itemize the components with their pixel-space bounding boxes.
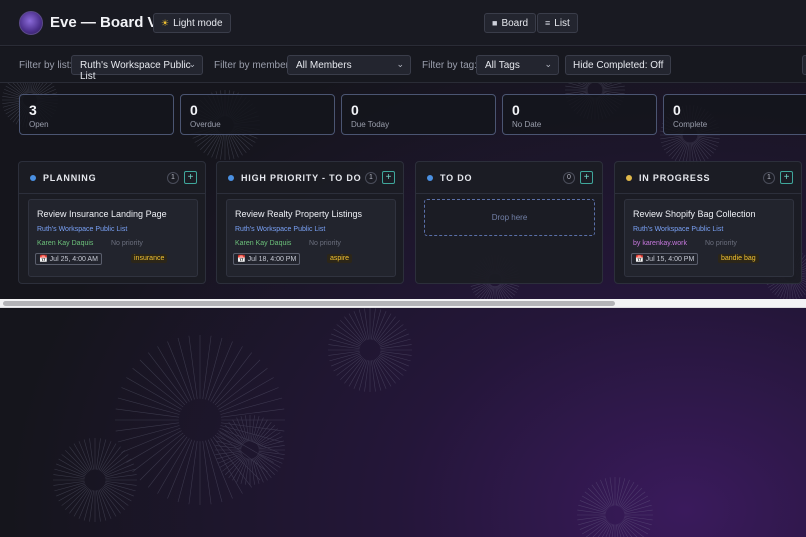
card-date-text: Jul 15, 4:00 PM <box>645 256 695 263</box>
card-date-text: Jul 25, 4:00 AM <box>49 256 98 263</box>
stat-open[interactable]: 3 Open <box>19 94 174 135</box>
card-due-date: 📅 Jul 18, 4:00 PM <box>233 253 301 265</box>
column-header: HIGH PRIORITY - TO DO 1 + <box>217 162 403 194</box>
filter-bar: Filter by list: Ruth's Workspace Public … <box>0 47 806 83</box>
calendar-icon: 📅 <box>237 256 246 263</box>
filter-member-select[interactable]: All Members ⌄ <box>287 55 411 75</box>
card-priority: No priority <box>309 240 341 247</box>
card-member: by karenkay.work <box>633 240 687 247</box>
filter-tag-value: All Tags <box>485 60 520 71</box>
stat-label: No Date <box>512 120 542 129</box>
app-logo <box>19 11 43 35</box>
card-tag: bandie bag <box>718 254 759 263</box>
sun-icon: ☀ <box>161 17 170 28</box>
add-card-button[interactable]: + <box>580 171 593 184</box>
stat-value: 0 <box>512 102 520 118</box>
calendar-icon: 📅 <box>635 256 644 263</box>
card-tag: aspire <box>327 254 353 263</box>
card-member: Karen Kay Daquis <box>235 240 292 247</box>
calendar-icon: 📅 <box>39 256 48 263</box>
column-count-badge: 0 <box>563 172 575 184</box>
stat-value: 0 <box>190 102 198 118</box>
column-header: PLANNING 1 + <box>19 162 205 194</box>
board-icon: ■ <box>492 18 498 28</box>
filter-tag-select[interactable]: All Tags ⌄ <box>476 55 559 75</box>
column-title: PLANNING <box>43 173 97 183</box>
stat-label: Overdue <box>190 120 221 129</box>
card-list-name: Ruth's Workspace Public List <box>235 226 326 233</box>
column-in-progress: IN PROGRESS 1 + Review Shopify Bag Colle… <box>614 161 802 284</box>
card-list-name: Ruth's Workspace Public List <box>633 226 724 233</box>
column-header: TO DO 0 + <box>416 162 602 194</box>
column-title: TO DO <box>440 173 473 183</box>
stat-value: 3 <box>29 102 37 118</box>
app-header: Eve — Board View ☀ Light mode ■ Board ≡ … <box>0 0 806 46</box>
filter-list-label: Filter by list: <box>19 60 73 71</box>
stat-no-date[interactable]: 0 No Date <box>502 94 657 135</box>
stat-overdue[interactable]: 0 Overdue <box>180 94 335 135</box>
column-count-badge: 1 <box>763 172 775 184</box>
stat-value: 0 <box>673 102 681 118</box>
card-tag: insurance <box>131 254 168 263</box>
card-title: Review Insurance Landing Page <box>37 209 167 219</box>
hide-completed-toggle[interactable]: Hide Completed: Off <box>565 55 672 75</box>
add-card-button[interactable]: + <box>382 171 395 184</box>
column-to-do: TO DO 0 + Drop here <box>415 161 603 284</box>
stat-label: Due Today <box>351 120 390 129</box>
list-view-label: List <box>554 17 570 29</box>
filter-list-select[interactable]: Ruth's Workspace Public List ⌄ <box>71 55 203 82</box>
task-card[interactable]: Review Shopify Bag Collection Ruth's Wor… <box>624 199 794 277</box>
chevron-down-icon: ⌄ <box>544 59 552 69</box>
board-view-label: Board <box>501 17 529 29</box>
board-view-button[interactable]: ■ Board <box>484 13 537 33</box>
column-title: IN PROGRESS <box>639 173 711 183</box>
stat-complete[interactable]: 0 Complete <box>663 94 806 135</box>
card-title: Review Realty Property Listings <box>235 209 363 219</box>
column-dot <box>427 175 433 181</box>
add-card-button[interactable]: + <box>184 171 197 184</box>
stat-value: 0 <box>351 102 359 118</box>
stat-label: Open <box>29 120 49 129</box>
task-card[interactable]: Review Realty Property Listings Ruth's W… <box>226 199 396 277</box>
column-planning: PLANNING 1 + Review Insurance Landing Pa… <box>18 161 206 284</box>
card-date-text: Jul 18, 4:00 PM <box>247 256 297 263</box>
card-list-name: Ruth's Workspace Public List <box>37 226 128 233</box>
light-mode-label: Light mode <box>173 17 223 29</box>
card-member: Karen Kay Daquis <box>37 240 94 247</box>
column-header: IN PROGRESS 1 + <box>615 162 801 194</box>
chevron-down-icon: ⌄ <box>396 59 404 69</box>
card-title: Review Shopify Bag Collection <box>633 209 756 219</box>
card-priority: No priority <box>705 240 737 247</box>
filter-tag-label: Filter by tag: <box>422 60 478 71</box>
filter-list-value: Ruth's Workspace Public List <box>80 60 191 82</box>
hide-completed-label: Hide Completed: Off <box>573 59 664 71</box>
filter-member-value: All Members <box>296 60 352 71</box>
card-due-date: 📅 Jul 25, 4:00 AM <box>35 253 102 265</box>
list-icon: ≡ <box>545 18 551 28</box>
column-count-badge: 1 <box>365 172 377 184</box>
add-card-button[interactable]: + <box>780 171 793 184</box>
column-dot <box>30 175 36 181</box>
filter-member-label: Filter by member: <box>214 60 292 71</box>
card-due-date: 📅 Jul 15, 4:00 PM <box>631 253 699 265</box>
stat-label: Complete <box>673 120 708 129</box>
overflow-control[interactable] <box>802 55 806 75</box>
column-dot <box>626 175 632 181</box>
scrollbar-thumb[interactable] <box>3 301 615 306</box>
light-mode-button[interactable]: ☀ Light mode <box>153 13 231 33</box>
card-priority: No priority <box>111 240 143 247</box>
stat-due-today[interactable]: 0 Due Today <box>341 94 496 135</box>
board-horizontal-scrollbar[interactable] <box>0 299 806 308</box>
column-title: HIGH PRIORITY - TO DO <box>241 173 362 183</box>
drop-zone[interactable]: Drop here <box>424 199 595 236</box>
chevron-down-icon: ⌄ <box>188 59 196 69</box>
column-dot <box>228 175 234 181</box>
column-high-priority: HIGH PRIORITY - TO DO 1 + Review Realty … <box>216 161 404 284</box>
task-card[interactable]: Review Insurance Landing Page Ruth's Wor… <box>28 199 198 277</box>
column-count-badge: 1 <box>167 172 179 184</box>
list-view-button[interactable]: ≡ List <box>537 13 578 33</box>
